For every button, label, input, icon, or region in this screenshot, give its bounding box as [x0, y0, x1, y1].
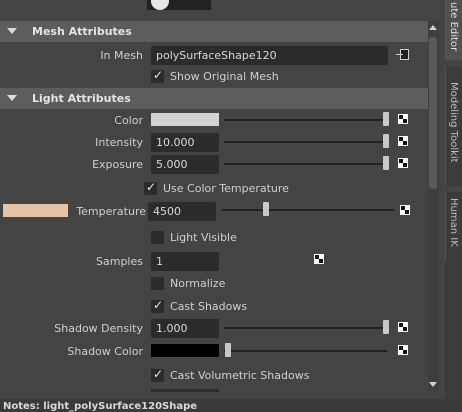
color-slider-track[interactable] [224, 119, 387, 121]
samples-map-button[interactable] [314, 254, 324, 264]
exposure-field[interactable]: 5.000 [151, 155, 219, 174]
color-map-button[interactable] [398, 114, 408, 124]
checkmark-icon: ✓ [153, 68, 164, 82]
shadow-color-slider-handle[interactable] [225, 343, 231, 357]
samples-field[interactable]: 1 [151, 252, 219, 271]
use-color-temperature-label: Use Color Temperature [163, 182, 289, 195]
intensity-slider-handle[interactable] [383, 134, 389, 148]
exposure-map-button[interactable] [398, 158, 408, 168]
shadow-density-slider-track[interactable] [224, 327, 387, 329]
shadow-color-label: Shadow Color [67, 345, 143, 358]
mesh-attributes-title: Mesh Attributes [32, 25, 132, 38]
normalize-label: Normalize [170, 277, 226, 290]
show-original-mesh-checkbox[interactable]: ✓ [151, 68, 164, 83]
tab-attribute-editor-label: ute Editor [448, 2, 459, 52]
intensity-map-button[interactable] [398, 136, 408, 146]
vertical-scrollbar[interactable] [428, 21, 439, 392]
shadow-density-slider-handle[interactable] [383, 320, 389, 334]
collapse-triangle-icon [7, 95, 17, 101]
tab-human-ik-label: Human IK [448, 198, 459, 247]
shadow-color-map-button[interactable] [398, 345, 408, 355]
checkmark-icon: ✓ [146, 180, 157, 194]
shadow-density-field[interactable]: 1.000 [151, 319, 219, 338]
color-swatch[interactable] [151, 113, 219, 126]
temperature-map-button[interactable] [400, 205, 410, 215]
preview-swatch [147, 0, 211, 10]
scroll-down-arrow-icon[interactable] [429, 382, 437, 387]
normalize-checkbox[interactable] [151, 277, 164, 290]
tab-modeling-toolkit[interactable]: Modeling Toolkit [445, 66, 462, 186]
checkmark-icon: ✓ [153, 298, 164, 312]
cast-volumetric-shadows-checkbox[interactable]: ✓ [151, 367, 164, 382]
light-visible-label: Light Visible [170, 231, 237, 244]
next-row-field [151, 389, 219, 392]
light-attributes-header[interactable]: Light Attributes [0, 88, 428, 109]
exposure-slider-handle[interactable] [383, 156, 389, 170]
temperature-slider-track[interactable] [222, 209, 394, 211]
shadow-density-map-button[interactable] [398, 322, 408, 332]
checkmark-icon: ✓ [153, 367, 164, 381]
in-mesh-field[interactable]: polySurfaceShape120 [151, 46, 388, 65]
light-attributes-title: Light Attributes [32, 92, 131, 105]
shadow-density-label: Shadow Density [54, 322, 143, 335]
color-label: Color [114, 114, 143, 127]
temperature-field[interactable]: 4500 [148, 202, 216, 221]
tab-human-ik[interactable]: Human IK [445, 192, 462, 262]
exposure-label: Exposure [92, 158, 143, 171]
temperature-label: Temperature [76, 205, 146, 218]
light-visible-checkbox[interactable] [151, 231, 164, 244]
temperature-swatch[interactable] [3, 204, 68, 217]
shadow-color-swatch[interactable] [151, 344, 219, 357]
in-mesh-label: In Mesh [100, 49, 143, 62]
samples-label: Samples [96, 255, 143, 268]
cast-shadows-label: Cast Shadows [170, 300, 248, 313]
tab-modeling-toolkit-label: Modeling Toolkit [448, 82, 459, 163]
intensity-field[interactable]: 10.000 [151, 133, 219, 152]
exposure-slider-track[interactable] [224, 163, 387, 165]
cast-volumetric-shadows-label: Cast Volumetric Shadows [170, 369, 310, 382]
show-original-mesh-label: Show Original Mesh [170, 70, 279, 83]
side-tabs-filler [445, 262, 462, 412]
use-color-temperature-checkbox[interactable]: ✓ [144, 180, 157, 195]
mesh-attributes-header[interactable]: Mesh Attributes [0, 21, 428, 42]
collapse-triangle-icon [7, 28, 17, 34]
cast-shadows-checkbox[interactable]: ✓ [151, 298, 164, 313]
temperature-slider-handle[interactable] [263, 202, 269, 216]
intensity-slider-track[interactable] [224, 141, 387, 143]
intensity-label: Intensity [95, 136, 143, 149]
color-slider-handle[interactable] [383, 112, 389, 126]
shadow-color-slider-track[interactable] [224, 350, 387, 352]
tab-attribute-editor[interactable]: ute Editor [445, 0, 462, 60]
scrollbar-thumb[interactable] [429, 37, 437, 189]
notes-text: Notes: light_polySurface120Shape [3, 401, 198, 412]
input-connection-icon[interactable] [396, 49, 409, 60]
scroll-up-arrow-icon[interactable] [429, 25, 437, 30]
